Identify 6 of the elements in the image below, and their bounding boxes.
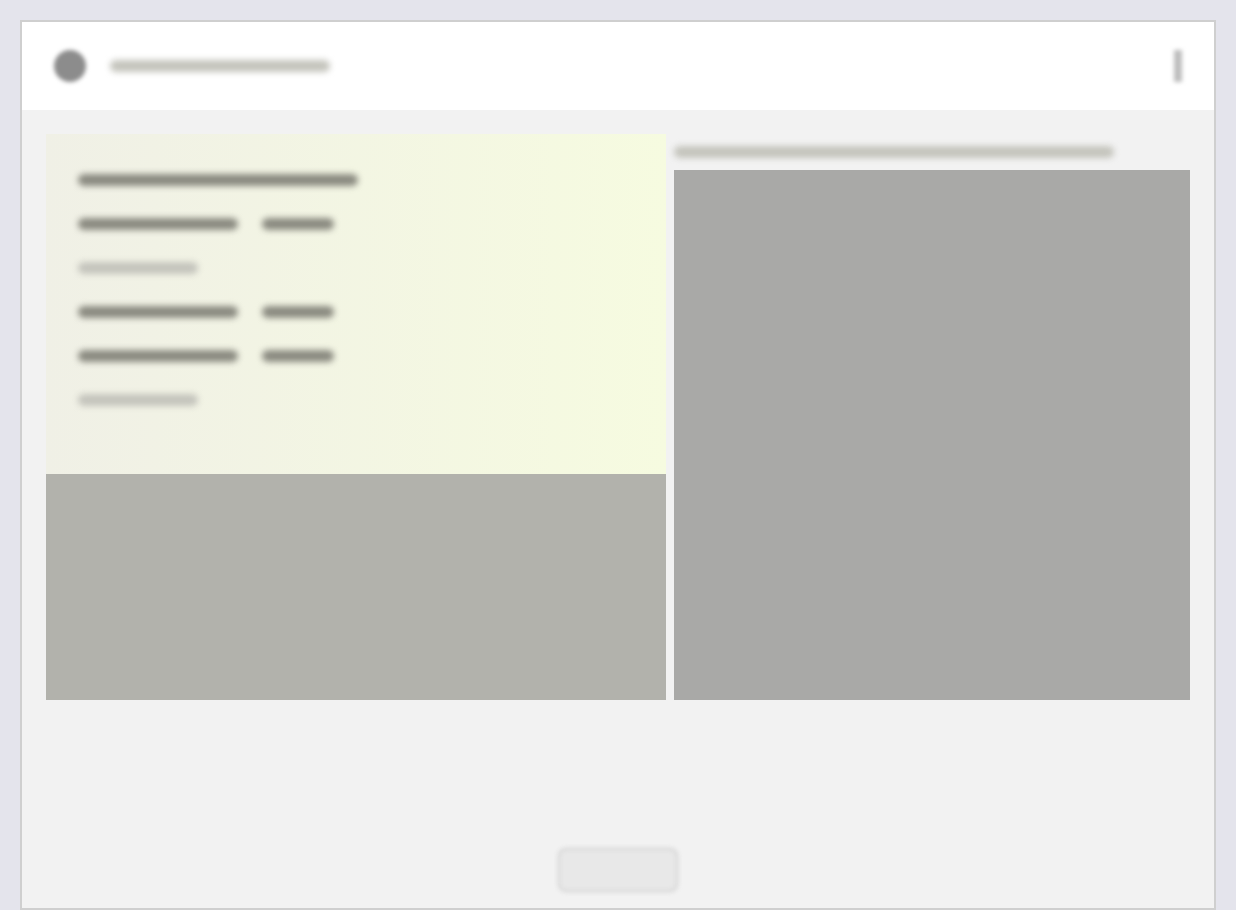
text-bar <box>262 306 334 318</box>
close-icon[interactable] <box>1174 50 1182 82</box>
text-bar <box>262 218 334 230</box>
text-bar <box>78 394 198 406</box>
text-bar <box>78 262 198 274</box>
text-bar <box>262 350 334 362</box>
